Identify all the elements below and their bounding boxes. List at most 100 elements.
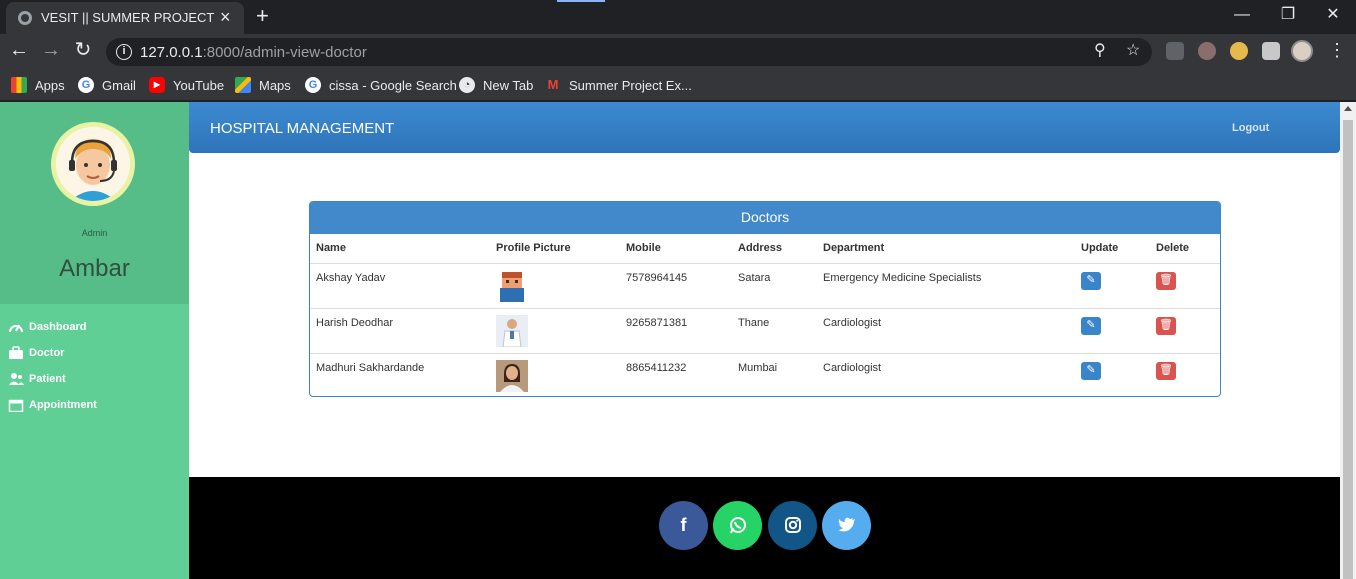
sidebar-item-appointment[interactable]: Appointment [8,392,97,418]
bookmark-gmail[interactable]: G Gmail [78,75,136,95]
reload-icon[interactable]: ↻ [71,39,95,61]
brand-title[interactable]: HOSPITAL MANAGEMENT [210,120,394,137]
sidebar-item-patient[interactable]: Patient [8,366,97,392]
column-header: Name [310,234,490,264]
extension-icon[interactable] [1198,42,1216,60]
close-tab-icon[interactable]: × [220,7,231,27]
profile-box: Admin Ambar [0,102,189,304]
bookmarks-bar: Apps G Gmail ▶ YouTube Maps G cissa - Go… [0,68,1356,101]
delete-cell: 🗑 [1150,307,1220,353]
page-viewport: Admin Ambar Dashboard Doctor Patient App… [0,102,1356,579]
sidebar-nav: Dashboard Doctor Patient Appointment [8,314,97,418]
sidebar-item-dashboard[interactable]: Dashboard [8,314,97,340]
globe-icon: ◔ [459,77,475,93]
delete-cell: 🗑 [1150,352,1220,396]
whatsapp-icon[interactable] [713,501,762,550]
doctor-mobile: 9265871381 [620,307,732,353]
update-cell: ✎ [1075,262,1150,308]
bookmark-new-tab[interactable]: ◔ New Tab [459,75,533,95]
bookmark-apps[interactable]: Apps [11,75,65,95]
bookmark-cissa[interactable]: G cissa - Google Search [305,75,457,95]
profile-avatar[interactable] [1291,40,1313,62]
doctor-address: Mumbai [732,352,817,396]
edit-icon[interactable]: ✎ [1081,316,1101,335]
sidebar-item-label: Patient [29,373,66,385]
logout-link[interactable]: Logout [1232,122,1269,134]
doctor-profile-picture [496,314,528,347]
puzzle-icon[interactable] [1262,42,1280,60]
tab-title: VESIT || SUMMER PROJECT [41,10,215,25]
url-text: 127.0.0.1:8000/admin-view-doctor [140,44,367,61]
scrollbar-thumb[interactable] [1343,120,1353,579]
panel-title: Doctors [310,202,1220,234]
tab-indicator [557,0,605,2]
new-tab-icon[interactable]: + [256,3,269,29]
address-bar[interactable]: i 127.0.0.1:8000/admin-view-doctor ⚲ ☆ [106,38,1152,66]
column-header: Address [732,234,817,264]
google-icon: G [78,77,94,93]
profile-picture-cell [490,307,620,353]
doctor-department: Cardiologist [817,352,1075,396]
users-icon [9,373,24,385]
edit-icon[interactable]: ✎ [1081,361,1101,380]
doctor-department: Cardiologist [817,307,1075,353]
forward-icon[interactable]: → [39,39,63,61]
top-navbar: HOSPITAL MANAGEMENT Logout [189,102,1340,153]
column-header: Mobile [620,234,732,264]
page-scrollbar[interactable] [1340,102,1356,579]
bookmark-star-icon[interactable]: ☆ [1126,41,1140,61]
sidebar-item-doctor[interactable]: Doctor [8,340,97,366]
maps-icon [235,77,251,93]
column-header: Department [817,234,1075,264]
bookmark-maps[interactable]: Maps [235,75,291,95]
profile-picture-cell [490,352,620,396]
doctor-address: Thane [732,307,817,353]
briefcase-icon [9,346,23,359]
site-info-icon[interactable]: i [116,44,132,60]
youtube-icon: ▶ [149,77,165,93]
dashboard-icon [9,324,23,333]
google-icon: G [305,77,321,93]
doctor-mobile: 7578964145 [620,262,732,308]
admin-role-label: Admin [81,228,108,238]
browser-toolbar: ← → ↻ i 127.0.0.1:8000/admin-view-doctor… [0,34,1356,68]
menu-icon[interactable]: ⋮ [1328,41,1346,59]
trash-icon[interactable]: 🗑 [1156,271,1176,290]
doctor-name: Madhuri Sakhardande [310,352,490,396]
table-row: Akshay Yadav 7578964145 Satara Emergency… [310,262,1220,308]
admin-avatar [51,122,135,206]
facebook-icon[interactable]: f [659,501,708,550]
minimize-icon[interactable]: — [1230,5,1254,25]
edit-icon[interactable]: ✎ [1081,271,1101,290]
delete-cell: 🗑 [1150,262,1220,308]
bookmark-youtube[interactable]: ▶ YouTube [149,75,224,95]
doctor-profile-picture [496,269,528,302]
sidebar-item-label: Doctor [29,347,65,359]
admin-name: Ambar [59,255,130,282]
column-header: Delete [1150,234,1220,264]
scroll-up-arrow-icon[interactable] [1344,106,1352,111]
twitter-icon[interactable] [822,501,871,550]
trash-icon[interactable]: 🗑 [1156,316,1176,335]
doctor-department: Emergency Medicine Specialists [817,262,1075,308]
profile-picture-cell [490,262,620,308]
table-row: Harish Deodhar 9265871381 Thane Cardiolo… [310,307,1220,353]
extension-icon[interactable] [1166,42,1184,60]
doctor-profile-picture [496,359,528,392]
restore-icon[interactable]: ❐ [1276,5,1300,25]
update-cell: ✎ [1075,307,1150,353]
apps-grid-icon [11,77,27,93]
update-cell: ✎ [1075,352,1150,396]
trash-icon[interactable]: 🗑 [1156,361,1176,380]
extension-icon[interactable] [1230,42,1248,60]
globe-icon [18,11,32,25]
window-close-icon[interactable]: ✕ [1321,5,1345,25]
instagram-icon[interactable] [768,501,817,550]
bookmark-summer-project[interactable]: M Summer Project Ex... [545,75,692,95]
zoom-icon[interactable]: ⚲ [1094,41,1106,61]
back-icon[interactable]: ← [7,39,31,61]
doctor-mobile: 8865411232 [620,352,732,396]
doctor-name: Akshay Yadav [310,262,490,308]
browser-tab[interactable]: VESIT || SUMMER PROJECT × [6,2,244,34]
doctor-name: Harish Deodhar [310,307,490,353]
